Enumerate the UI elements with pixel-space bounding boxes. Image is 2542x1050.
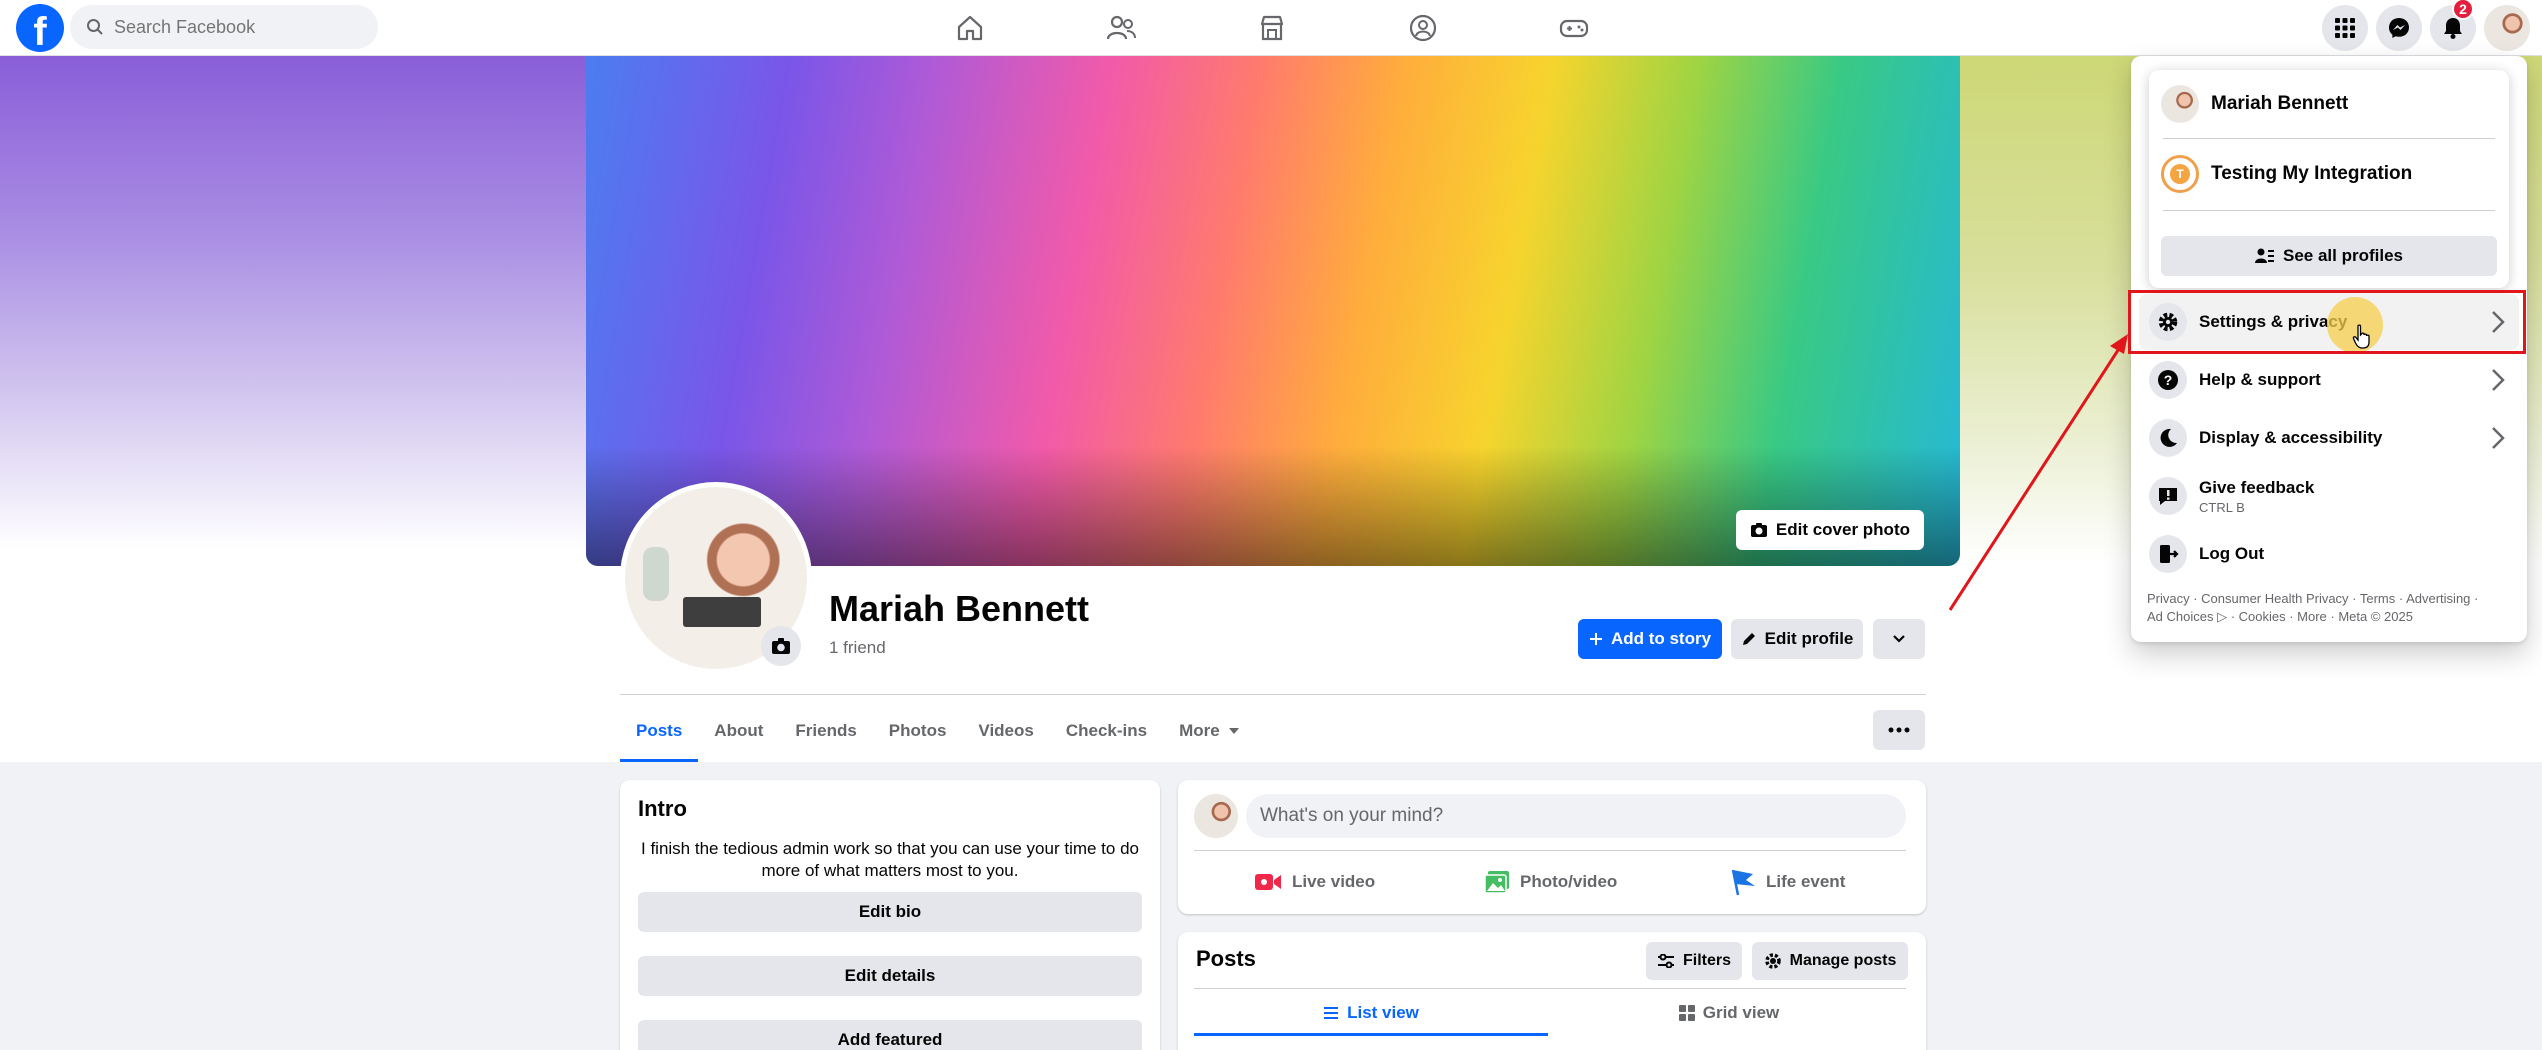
menu-item-give-feedback[interactable]: Give feedback CTRL B <box>2139 468 2519 524</box>
chevron-right-icon <box>2492 427 2505 449</box>
groups-icon[interactable] <box>1403 8 1443 48</box>
flag-icon <box>1731 869 1755 896</box>
header-divider <box>620 694 1926 695</box>
camera-icon <box>1750 523 1767 537</box>
profile-name: Mariah Bennett <box>829 588 1090 629</box>
photo-video-button[interactable]: Photo/video <box>1484 860 1617 904</box>
edit-details-button[interactable]: Edit details <box>638 956 1142 996</box>
posts-panel: Posts Filters Manage posts List view Gri… <box>1178 932 1926 1050</box>
messenger-button[interactable] <box>2376 5 2422 51</box>
video-camera-icon <box>1255 874 1281 890</box>
filters-button[interactable]: Filters <box>1646 942 1742 980</box>
friends-icon[interactable] <box>1101 8 1141 48</box>
feedback-icon <box>2149 477 2187 515</box>
page-avatar: T <box>2161 155 2199 193</box>
page-bg-left <box>0 56 586 762</box>
list-icon <box>1324 1007 1339 1019</box>
menu-item-display-accessibility[interactable]: Display & accessibility <box>2139 410 2519 466</box>
search-box[interactable] <box>70 5 378 49</box>
ellipsis-icon <box>1888 727 1910 733</box>
grid-icon <box>1678 1005 1695 1021</box>
marketplace-icon[interactable] <box>1252 8 1292 48</box>
annotation-highlight-box <box>2128 290 2526 354</box>
menu-item-log-out[interactable]: Log Out <box>2139 526 2519 582</box>
page-logo-icon: T <box>2170 164 2190 184</box>
gear-icon <box>1764 953 1781 969</box>
cover-photo: Edit cover photo <box>586 56 1960 566</box>
add-to-story-button[interactable]: Add to story <box>1578 619 1722 659</box>
gaming-icon[interactable] <box>1554 8 1594 48</box>
see-all-profiles-button[interactable]: See all profiles <box>2161 236 2497 276</box>
more-options-button[interactable] <box>1873 710 1925 750</box>
profile-row-testing[interactable]: T Testing My Integration <box>2161 146 2497 202</box>
tab-posts[interactable]: Posts <box>620 700 699 762</box>
intro-bio: I finish the tedious admin work so that … <box>641 839 1139 880</box>
grid-view-tab[interactable]: Grid view <box>1552 990 1906 1036</box>
avatar <box>2161 85 2199 123</box>
moon-icon <box>2149 419 2187 457</box>
whats-on-your-mind-input[interactable]: What's on your mind? <box>1246 794 1906 838</box>
tab-more[interactable]: More <box>1163 700 1256 762</box>
update-profile-picture-button[interactable] <box>761 626 801 666</box>
edit-cover-photo-button[interactable]: Edit cover photo <box>1735 510 1924 550</box>
hand-cursor-icon <box>2352 324 2370 349</box>
intro-title: Intro <box>638 796 687 821</box>
top-navigation-bar: f 2 <box>0 0 2542 56</box>
photo-icon <box>1484 871 1509 894</box>
messenger-icon <box>2389 18 2409 38</box>
logout-icon <box>2149 535 2187 573</box>
grid-icon <box>2335 18 2355 38</box>
friends-count[interactable]: 1 friend <box>829 638 886 658</box>
live-video-button[interactable]: Live video <box>1254 860 1375 904</box>
life-event-button[interactable]: Life event <box>1730 860 1845 904</box>
profile-tabs: Posts About Friends Photos Videos Check-… <box>620 700 1256 762</box>
profile-options-dropdown[interactable] <box>1873 619 1925 659</box>
home-icon[interactable] <box>950 8 990 48</box>
search-icon <box>87 19 103 35</box>
tab-check-ins[interactable]: Check-ins <box>1050 700 1163 762</box>
chevron-down-icon <box>1893 635 1905 643</box>
menu-item-help-support[interactable]: ? Help & support <box>2139 352 2519 408</box>
facebook-logo[interactable]: f <box>16 4 64 52</box>
account-avatar-button[interactable] <box>2484 5 2530 51</box>
tab-friends[interactable]: Friends <box>779 700 872 762</box>
pencil-icon <box>1742 633 1755 645</box>
manage-posts-button[interactable]: Manage posts <box>1752 942 1908 980</box>
camera-icon <box>772 638 790 654</box>
edit-profile-button[interactable]: Edit profile <box>1731 619 1863 659</box>
menu-grid-button[interactable] <box>2322 5 2368 51</box>
svg-text:?: ? <box>2164 372 2173 388</box>
edit-bio-button[interactable]: Edit bio <box>638 892 1142 932</box>
profiles-switcher: Mariah Bennett T Testing My Integration … <box>2149 70 2509 288</box>
caret-down-icon <box>1228 728 1239 734</box>
search-input[interactable] <box>114 16 354 38</box>
menu-footer-links: Privacy · Consumer Health Privacy · Term… <box>2147 591 2479 624</box>
list-view-tab[interactable]: List view <box>1194 990 1548 1036</box>
plus-icon <box>1589 633 1602 645</box>
avatar[interactable] <box>1194 794 1238 838</box>
profiles-icon <box>2255 248 2274 263</box>
tab-videos[interactable]: Videos <box>962 700 1049 762</box>
tab-photos[interactable]: Photos <box>873 700 963 762</box>
intro-card: Intro I finish the tedious admin work so… <box>620 780 1160 1050</box>
chevron-right-icon <box>2492 369 2505 391</box>
filter-icon <box>1657 954 1674 968</box>
annotation-arrow <box>1948 334 2128 611</box>
profile-row-mariah[interactable]: Mariah Bennett <box>2161 76 2497 132</box>
post-composer: What's on your mind? Live video Photo/vi… <box>1178 780 1926 914</box>
add-featured-button[interactable]: Add featured <box>638 1020 1142 1050</box>
question-icon: ? <box>2149 361 2187 399</box>
posts-title: Posts <box>1196 946 1256 971</box>
tab-about[interactable]: About <box>698 700 779 762</box>
